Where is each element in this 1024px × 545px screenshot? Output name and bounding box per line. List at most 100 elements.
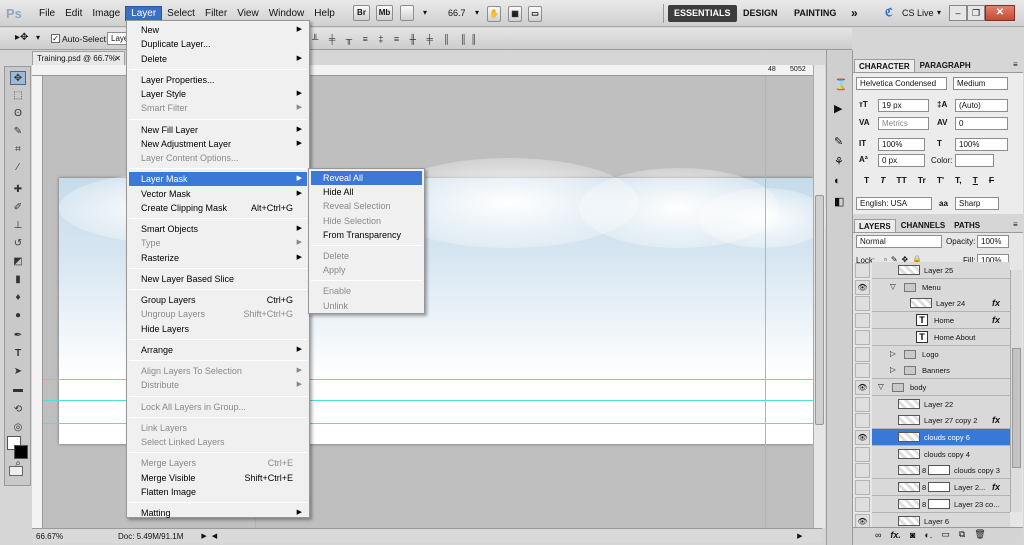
layer-effects-icon[interactable]: fx — [992, 315, 1000, 325]
vertical-scale-field[interactable]: 100% — [878, 138, 925, 151]
mask-link-icon[interactable]: 8 — [922, 466, 926, 475]
eraser-tool-icon[interactable]: ◩ — [10, 255, 26, 269]
dodge-tool-icon[interactable]: ● — [10, 309, 26, 323]
opacity-field[interactable]: 100% — [977, 235, 1009, 248]
menu-item-smart-objects[interactable]: Smart Objects ▶ — [129, 222, 307, 236]
doc-info[interactable]: Doc: 5.49M/91.1M — [118, 532, 183, 541]
layer-effects-icon[interactable]: fx — [992, 482, 1000, 492]
menu-item-layer-mask[interactable]: Layer Mask ▶ — [129, 172, 307, 187]
close-button[interactable]: ✕ — [985, 5, 1015, 21]
cslive-button[interactable]: CS Live — [902, 8, 934, 18]
visibility-toggle[interactable] — [855, 396, 870, 412]
menu-item-hide-layers[interactable]: Hide Layers — [129, 322, 307, 336]
layer-row[interactable]: Layer 27 copy 2 fx — [872, 412, 1010, 430]
mask-icon[interactable]: ◙ — [910, 530, 915, 540]
layer-row[interactable]: 8 Layer 23 co... — [872, 495, 1010, 513]
layer-row[interactable]: 8 Layer 2... fx — [872, 479, 1010, 497]
zoom-dropdown-arrow[interactable]: ▾ — [423, 8, 427, 17]
layer-row[interactable]: T Home fx — [872, 312, 1010, 330]
font-style-dropdown[interactable]: Medium — [953, 77, 1008, 90]
menu-item-matting[interactable]: Matting ▶ — [129, 506, 307, 520]
menu-item-merge-layers[interactable]: Merge Layers Ctrl+E — [129, 456, 307, 470]
type-tool-icon[interactable]: T — [10, 347, 26, 361]
menu-item-unlink[interactable]: Unlink — [311, 299, 422, 313]
menu-item-new[interactable]: New ▶ — [129, 23, 307, 37]
3d-orbit-icon[interactable]: ◎ — [10, 421, 26, 435]
horizontal-scale-field[interactable]: 100% — [955, 138, 1008, 151]
marquee-tool-icon[interactable]: ⬚ — [10, 89, 26, 103]
small-caps-button[interactable]: Tr — [918, 175, 926, 185]
masks-panel-icon[interactable]: ◧ — [834, 195, 844, 208]
visibility-toggle[interactable] — [855, 463, 870, 479]
superscript-button[interactable]: T' — [937, 175, 944, 185]
trash-icon[interactable]: 🗑 — [974, 529, 985, 540]
menu-item-apply[interactable]: Apply — [311, 263, 422, 277]
layer-effects-icon[interactable]: fx — [992, 415, 1000, 425]
menu-file[interactable]: File — [34, 7, 60, 20]
menu-item-type[interactable]: Type ▶ — [129, 236, 307, 250]
underline-button[interactable]: T — [973, 175, 978, 185]
minibridge-button[interactable]: Mb — [376, 5, 393, 21]
mask-thumbnail[interactable] — [928, 465, 950, 476]
menu-item-align-layers-to-selection[interactable]: Align Layers To Selection ▶ — [129, 364, 307, 378]
all-caps-button[interactable]: TT — [896, 175, 906, 185]
visibility-toggle[interactable] — [855, 346, 870, 362]
menu-filter[interactable]: Filter — [200, 7, 232, 20]
clone-panel-icon[interactable]: ⚘ — [834, 155, 844, 168]
layer-row[interactable]: ▷ Banners — [872, 362, 1010, 380]
layers-scrollbar[interactable] — [1010, 270, 1022, 512]
menu-item-arrange[interactable]: Arrange ▶ — [129, 343, 307, 357]
language-dropdown[interactable]: English: USA — [856, 197, 932, 210]
menu-item-link-layers[interactable]: Link Layers — [129, 421, 307, 435]
layer-row[interactable]: clouds copy 6 — [872, 429, 1010, 446]
minimize-button[interactable]: – — [949, 5, 967, 21]
layer-row[interactable]: Layer 22 — [872, 395, 1010, 413]
workspace-painting[interactable]: PAINTING — [788, 5, 842, 22]
zoom-arrow-icon[interactable]: ▾ — [475, 8, 479, 17]
layer-row[interactable]: ▽ Menu — [872, 278, 1010, 296]
new-layer-icon[interactable]: ⧉ — [959, 529, 965, 540]
layer-row[interactable]: ▽ body — [872, 378, 1010, 396]
mask-thumbnail[interactable] — [928, 498, 950, 509]
antialias-dropdown[interactable]: Sharp — [955, 197, 999, 210]
faux-italic-button[interactable]: T — [880, 175, 885, 185]
adjustments-panel-icon[interactable]: ◐ — [834, 175, 841, 187]
menu-item-hide-selection[interactable]: Hide Selection — [311, 214, 422, 228]
faux-bold-button[interactable]: T — [864, 175, 869, 185]
menu-item-delete[interactable]: Delete — [311, 249, 422, 263]
zoom-level[interactable]: 66.7 — [448, 8, 466, 18]
actions-panel-icon[interactable]: ▶ — [834, 102, 842, 115]
layer-row[interactable]: T Home About — [872, 328, 1010, 346]
shape-tool-icon[interactable]: ▬ — [10, 383, 26, 397]
visibility-toggle[interactable] — [855, 496, 870, 512]
view-extras-button[interactable] — [400, 5, 414, 21]
tracking-field[interactable]: 0 — [955, 117, 1008, 130]
menu-item-reveal-all[interactable]: Reveal All — [311, 171, 422, 185]
visibility-toggle[interactable] — [855, 413, 870, 429]
menu-item-layer-content-options[interactable]: Layer Content Options... — [129, 151, 307, 165]
menu-window[interactable]: Window — [264, 7, 310, 20]
tab-layers[interactable]: LAYERS — [854, 219, 896, 232]
history-panel-icon[interactable]: ⌛ — [834, 78, 848, 91]
layer-effects-icon[interactable]: fx — [992, 298, 1000, 308]
healing-tool-icon[interactable]: ✚ — [10, 183, 26, 197]
cslive-arrow-icon[interactable]: ▾ — [937, 8, 941, 17]
visibility-toggle[interactable]: 👁 — [855, 430, 870, 445]
menu-item-hide-all[interactable]: Hide All — [311, 185, 422, 199]
visibility-toggle[interactable]: 👁 — [855, 279, 870, 295]
scroll-right-icon[interactable]: ▶ — [797, 532, 802, 540]
baseline-shift-field[interactable]: 0 px — [878, 154, 925, 167]
menu-item-reveal-selection[interactable]: Reveal Selection — [311, 199, 422, 213]
brush-tool-icon[interactable]: ✐ — [10, 201, 26, 215]
layer-row[interactable]: Layer 24 fx — [872, 295, 1010, 313]
arrange-docs-icon[interactable]: ▦ — [508, 6, 522, 22]
hand-tool-icon[interactable]: ✋ — [487, 6, 501, 22]
fx-icon[interactable]: fx. — [890, 530, 901, 540]
3d-rotate-icon[interactable]: ⟲ — [10, 403, 26, 417]
visibility-toggle[interactable] — [855, 296, 870, 312]
blend-mode-dropdown[interactable]: Normal — [856, 235, 942, 248]
visibility-toggle[interactable] — [855, 446, 870, 462]
menu-item-vector-mask[interactable]: Vector Mask ▶ — [129, 187, 307, 201]
kerning-field[interactable]: Metrics — [878, 117, 929, 130]
menu-item-new-adjustment-layer[interactable]: New Adjustment Layer ▶ — [129, 137, 307, 151]
